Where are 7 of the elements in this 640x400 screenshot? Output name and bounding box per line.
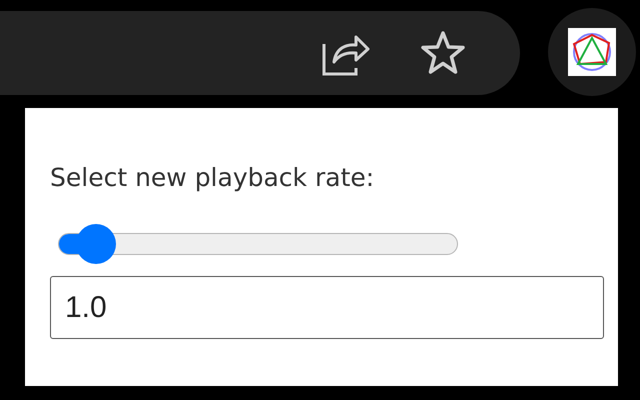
extension-icon xyxy=(568,28,616,76)
star-icon[interactable] xyxy=(420,30,466,76)
slider-thumb[interactable] xyxy=(76,224,116,264)
address-bar[interactable] xyxy=(0,11,520,95)
rate-slider[interactable] xyxy=(58,224,458,264)
prompt-text: Select new playback rate: xyxy=(50,162,376,194)
rate-field[interactable]: 1.0 xyxy=(50,276,604,339)
